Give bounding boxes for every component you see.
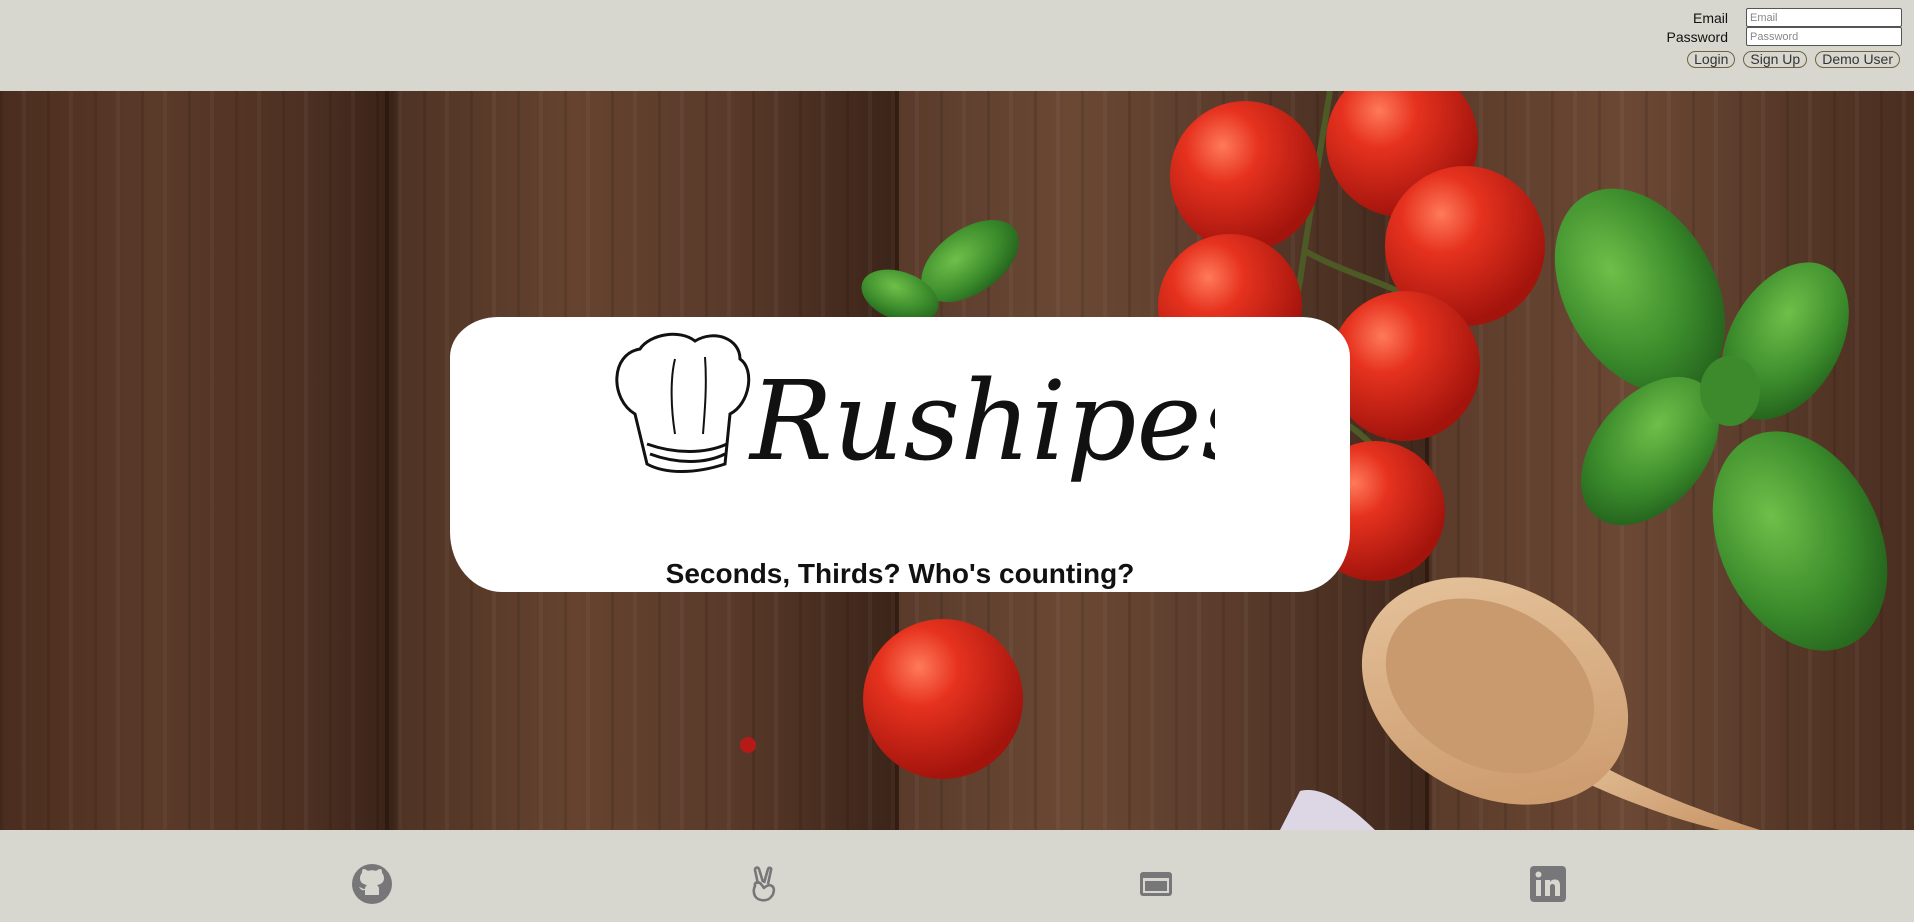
angellist-icon[interactable]: [744, 864, 784, 904]
napkin: [1280, 790, 1375, 830]
email-input[interactable]: [1746, 8, 1902, 27]
auth-buttons: Login Sign Up Demo User: [1652, 51, 1902, 68]
header: Email Password Login Sign Up Demo User: [0, 0, 1914, 91]
chef-hat-icon: [615, 332, 751, 473]
rushipes-logo: Rushipes: [615, 332, 1215, 485]
basil-leaves-small: [861, 219, 1019, 323]
email-row: Email: [1652, 8, 1902, 27]
demo-user-button[interactable]: Demo User: [1815, 51, 1900, 68]
basil-leaves-large: [1554, 188, 1888, 651]
tagline: Seconds, Thirds? Who's counting?: [665, 558, 1135, 589]
login-button[interactable]: Login: [1687, 51, 1736, 68]
password-input[interactable]: [1746, 27, 1902, 46]
hero-banner: Rushipes Seconds, Thirds? Who's counting…: [0, 91, 1914, 830]
password-row: Password: [1652, 27, 1902, 46]
footer: [0, 830, 1914, 922]
login-form: Email Password Login Sign Up Demo User: [1652, 8, 1902, 68]
portfolio-icon[interactable]: [1136, 864, 1176, 904]
logo-card: Rushipes Seconds, Thirds? Who's counting…: [450, 317, 1350, 592]
github-icon[interactable]: [352, 864, 392, 904]
logo-text: Rushipes: [748, 357, 1215, 485]
signup-button[interactable]: Sign Up: [1743, 51, 1808, 68]
email-label: Email: [1692, 9, 1728, 26]
linkedin-icon[interactable]: [1528, 864, 1568, 904]
password-label: Password: [1666, 28, 1728, 45]
